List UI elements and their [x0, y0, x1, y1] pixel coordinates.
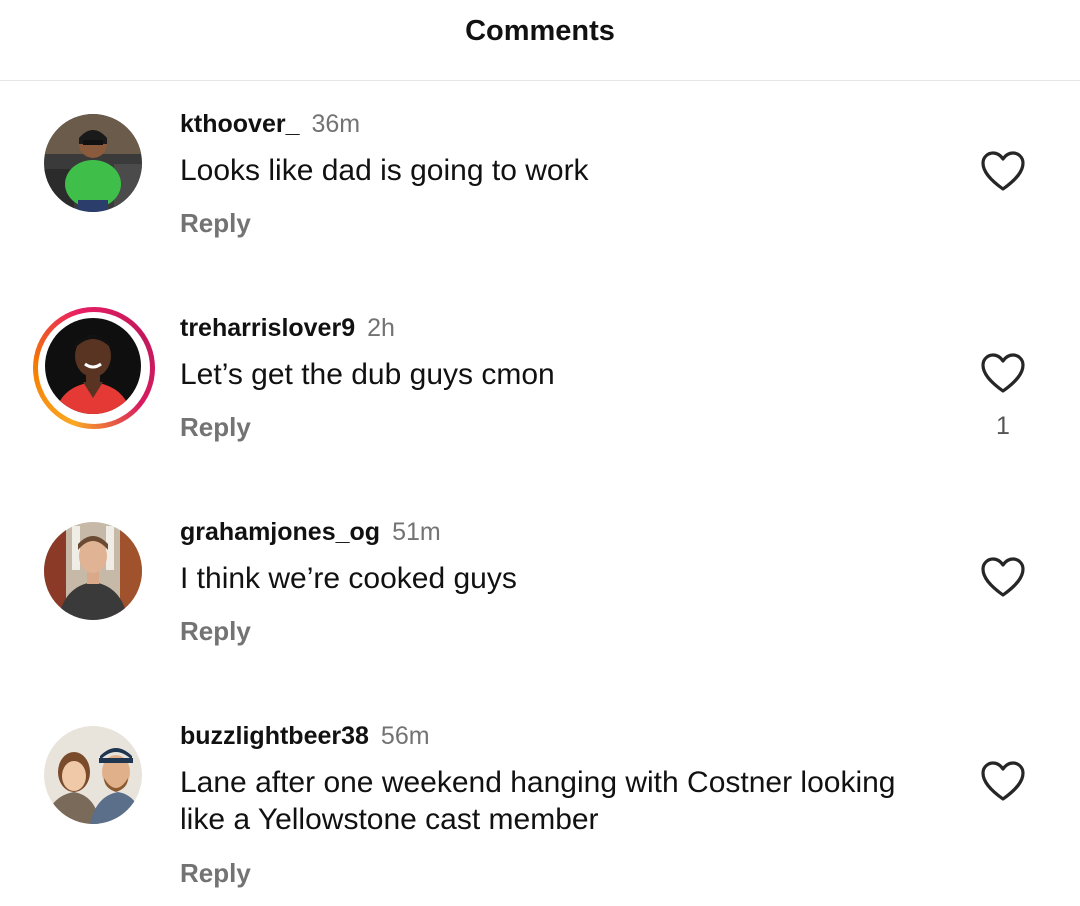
comment-text: I think we’re cooked guys [180, 562, 517, 595]
comment-username[interactable]: grahamjones_og [180, 518, 380, 546]
reply-button[interactable]: Reply [180, 412, 251, 443]
heart-outline-icon[interactable] [980, 352, 1026, 394]
comment-timestamp: 51m [392, 518, 441, 546]
comment-text: Looks like dad is going to work [180, 154, 589, 187]
reply-button[interactable]: Reply [180, 208, 251, 239]
reply-button[interactable]: Reply [180, 858, 251, 889]
comment-text: Lane after one weekend hanging with Cost… [180, 766, 896, 836]
avatar[interactable] [44, 318, 144, 418]
heart-outline-icon[interactable] [980, 150, 1026, 192]
comment-username[interactable]: kthoover_ [180, 110, 299, 138]
heart-outline-icon[interactable] [980, 556, 1026, 598]
comment-username[interactable]: treharrislover9 [180, 314, 355, 342]
avatar[interactable] [44, 522, 144, 622]
comment-timestamp: 36m [311, 110, 361, 138]
reply-button[interactable]: Reply [180, 616, 251, 647]
comment-timestamp: 2h [367, 314, 395, 342]
page-title: Comments [465, 14, 615, 47]
comment-text: Let’s get the dub guys cmon [180, 358, 555, 391]
avatar-image [44, 114, 142, 212]
avatar-image [44, 522, 142, 620]
comment-meta: grahamjones_og 51m [180, 518, 441, 547]
like-count: 1 [996, 412, 1010, 440]
avatar[interactable] [44, 114, 144, 214]
comment-meta: kthoover_ 36m [180, 110, 360, 139]
comment-meta: buzzlightbeer38 56m [180, 722, 430, 751]
comment-meta: treharrislover9 2h [180, 314, 395, 343]
heart-outline-icon[interactable] [980, 760, 1026, 802]
comment-username[interactable]: buzzlightbeer38 [180, 722, 369, 750]
avatar-image [45, 318, 141, 414]
comment-timestamp: 56m [380, 722, 430, 750]
comments-header: Comments [0, 0, 1080, 81]
avatar[interactable] [44, 726, 144, 826]
avatar-image [44, 726, 142, 824]
